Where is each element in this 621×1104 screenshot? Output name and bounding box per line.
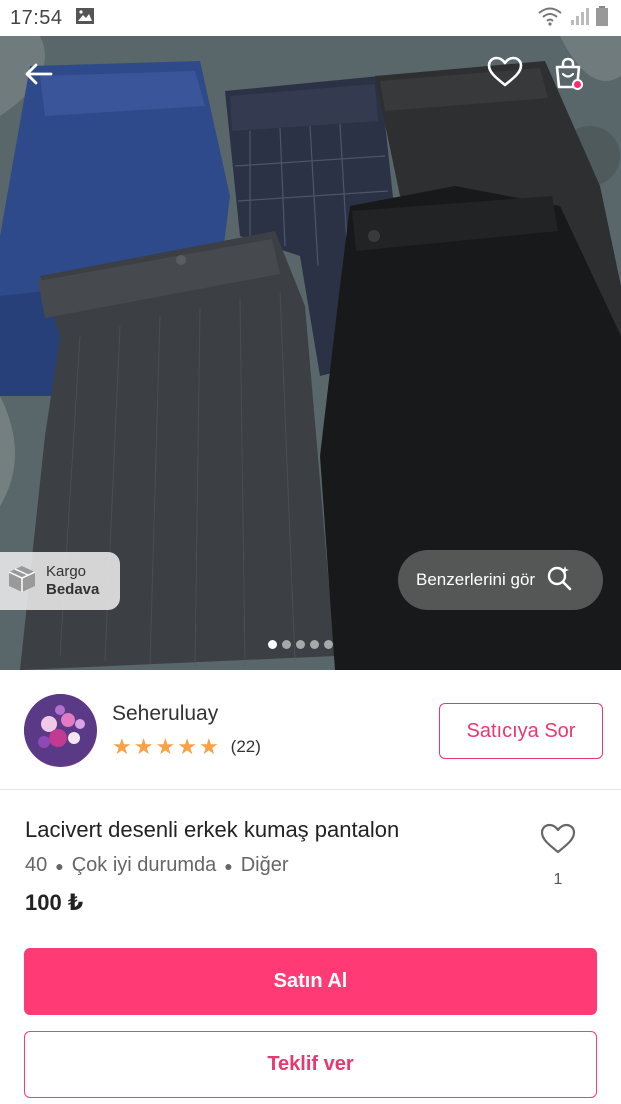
- see-similar-label: Benzerlerini gör: [416, 570, 536, 589]
- carousel-dot[interactable]: [310, 640, 319, 649]
- image-notification-icon: [75, 7, 95, 30]
- product-size: 40: [25, 854, 48, 876]
- separator-dot: ●: [224, 857, 233, 874]
- seller-name[interactable]: Seheruluay: [112, 702, 218, 726]
- product-image-carousel[interactable]: Kargo Bedava Benzerlerini gör: [0, 36, 621, 670]
- product-condition: Çok iyi durumda: [71, 854, 217, 876]
- carousel-dot[interactable]: [296, 640, 305, 649]
- box-icon: [6, 563, 38, 600]
- product-price: 100 ₺: [25, 890, 84, 915]
- like-button[interactable]: [538, 821, 578, 861]
- product-title: Lacivert desenli erkek kumaş pantalon: [25, 817, 400, 842]
- star-icon: ★: [112, 734, 132, 759]
- product-brand: Diğer: [240, 854, 289, 876]
- separator-dot: ●: [55, 857, 64, 874]
- favorite-button[interactable]: [484, 54, 526, 94]
- heart-icon: [487, 56, 523, 93]
- status-bar: 17:54: [0, 0, 621, 36]
- heart-outline-icon: [540, 823, 576, 860]
- status-time: 17:54: [10, 6, 63, 29]
- buy-button[interactable]: Satın Al: [24, 948, 597, 1015]
- carousel-dot[interactable]: [324, 640, 333, 649]
- see-similar-button[interactable]: Benzerlerini gör: [398, 550, 603, 610]
- seller-avatar[interactable]: [24, 694, 97, 767]
- battery-icon: [595, 5, 609, 32]
- star-icon: ★: [198, 734, 219, 759]
- visual-search-icon: [545, 564, 573, 597]
- like-count: 1: [553, 871, 563, 888]
- carousel-dot[interactable]: [268, 640, 277, 649]
- carousel-dot[interactable]: [282, 640, 291, 649]
- seller-section: Seheruluay ★ ★ ★ ★ ★ (22) Satıcıya Sor: [0, 670, 621, 790]
- back-button[interactable]: [18, 58, 58, 94]
- cart-notification-dot: [572, 79, 583, 90]
- signal-icon: [569, 6, 589, 31]
- review-count: (22): [230, 737, 261, 756]
- seller-rating: ★ ★ ★ ★ ★ (22): [112, 736, 261, 758]
- wifi-icon: [537, 6, 563, 31]
- free-shipping-badge: Kargo Bedava: [0, 552, 120, 610]
- star-icon: ★: [133, 734, 154, 759]
- carousel-indicator: [268, 640, 333, 649]
- star-icon: ★: [177, 734, 197, 759]
- product-meta: 40 ● Çok iyi durumda ● Diğer: [25, 854, 289, 877]
- kargo-label: Kargo: [46, 563, 87, 580]
- cart-button[interactable]: [547, 54, 589, 96]
- product-info: Lacivert desenli erkek kumaş pantalon 40…: [0, 791, 621, 941]
- make-offer-button[interactable]: Teklif ver: [24, 1031, 597, 1098]
- bedava-label: Bedava: [46, 581, 100, 598]
- arrow-left-icon: [23, 62, 53, 91]
- ask-seller-button[interactable]: Satıcıya Sor: [439, 703, 603, 759]
- star-icon: ★: [155, 734, 176, 759]
